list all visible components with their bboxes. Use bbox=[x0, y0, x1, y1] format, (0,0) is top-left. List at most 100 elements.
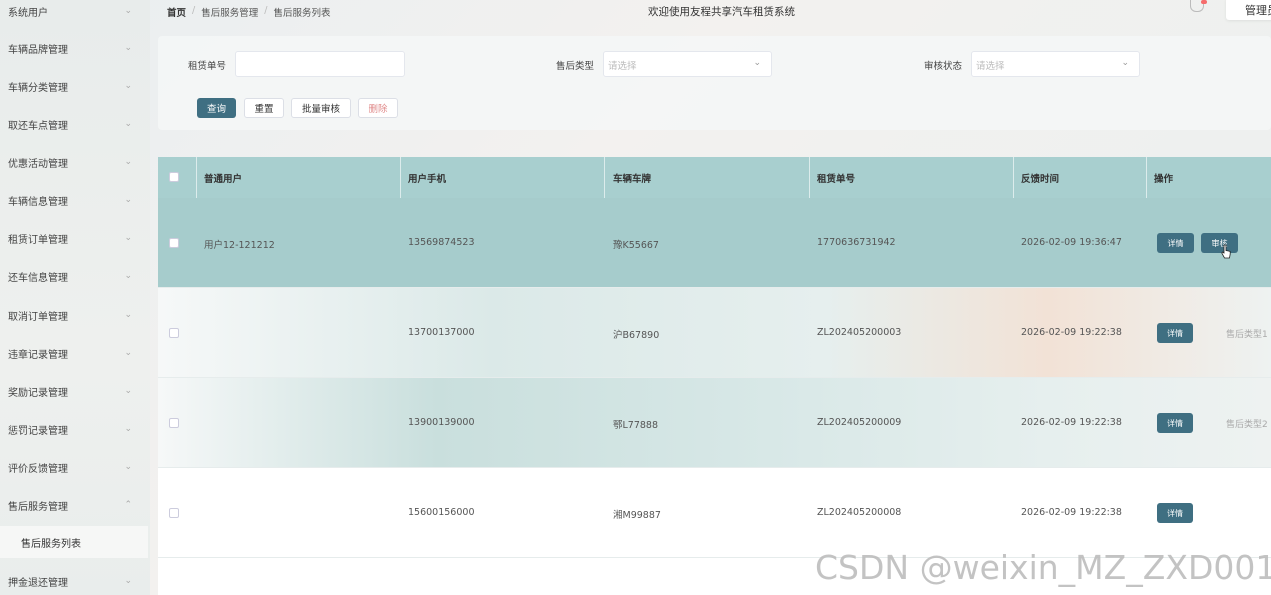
row-checkbox[interactable] bbox=[169, 238, 179, 248]
sidebar-item-violations[interactable]: 违章记录管理 ⌄ bbox=[0, 338, 150, 368]
cell-order: 1770636731942 bbox=[817, 237, 896, 248]
cell-order: ZL202405200003 bbox=[817, 327, 902, 338]
sidebar-item-penalties[interactable]: 惩罚记录管理 ⌄ bbox=[0, 414, 150, 444]
cell-phone: 13569874523 bbox=[408, 237, 475, 248]
sidebar-item-category[interactable]: 车辆分类管理 ⌄ bbox=[0, 71, 150, 101]
column-header-phone[interactable]: 用户手机 bbox=[408, 171, 446, 185]
breadcrumb-home[interactable]: 首页 bbox=[167, 5, 186, 19]
sidebar-item-after-sales[interactable]: 售后服务管理 ⌃ bbox=[0, 490, 150, 520]
column-divider bbox=[1013, 157, 1014, 198]
cell-time: 2026-02-09 19:22:38 bbox=[1021, 327, 1122, 338]
chevron-down-icon: ⌄ bbox=[124, 576, 132, 586]
column-divider bbox=[196, 157, 197, 198]
review-button[interactable]: 审核 bbox=[1201, 233, 1238, 253]
order-number-input[interactable] bbox=[235, 51, 405, 77]
column-header-actions: 操作 bbox=[1154, 174, 1174, 185]
column-divider bbox=[1146, 157, 1147, 198]
breadcrumb-module[interactable]: 售后服务管理 bbox=[201, 5, 258, 19]
column-header-plate[interactable]: 车辆车牌 bbox=[613, 171, 651, 185]
delete-button[interactable]: 删除 bbox=[358, 98, 398, 118]
sidebar-item-system-users[interactable]: 系统用户 ⌄ bbox=[0, 0, 150, 26]
select-all-checkbox[interactable] bbox=[169, 172, 179, 182]
detail-button[interactable]: 详情 bbox=[1157, 323, 1193, 343]
row-checkbox[interactable] bbox=[169, 328, 179, 338]
cell-time: 2026-02-09 19:36:47 bbox=[1021, 237, 1122, 248]
chevron-down-icon: ⌄ bbox=[124, 6, 132, 16]
breadcrumb-separator: / bbox=[192, 5, 196, 16]
chevron-down-icon: ⌄ bbox=[124, 119, 132, 129]
mouse-cursor-icon bbox=[1221, 244, 1231, 259]
column-header-time[interactable]: 反馈时间 bbox=[1021, 171, 1059, 185]
chevron-up-icon: ⌃ bbox=[124, 500, 132, 510]
review-status-label: 审核状态 bbox=[924, 61, 963, 72]
cell-user: 用户12-121212 bbox=[204, 240, 275, 251]
batch-review-button[interactable]: 批量审核 bbox=[291, 98, 351, 118]
table-header: 普通用户 用户手机 车辆车牌 租赁单号 反馈时间 操作 bbox=[158, 157, 1271, 198]
cell-time: 2026-02-09 19:22:38 bbox=[1021, 507, 1122, 518]
column-divider bbox=[809, 157, 810, 198]
cell-plate: 豫K55667 bbox=[613, 240, 659, 251]
cell-plate: 沪B67890 bbox=[613, 330, 660, 341]
table-row[interactable]: 13700137000 沪B67890 ZL202405200003 2026-… bbox=[158, 288, 1271, 378]
sidebar-item-feedback[interactable]: 评价反馈管理 ⌄ bbox=[0, 452, 150, 482]
column-header-user[interactable]: 普通用户 bbox=[204, 171, 242, 185]
after-sales-type-select[interactable]: 请选择 ⌄ bbox=[603, 51, 772, 77]
chevron-down-icon: ⌄ bbox=[124, 195, 132, 205]
sidebar-item-rewards[interactable]: 奖励记录管理 ⌄ bbox=[0, 376, 150, 406]
cell-order: ZL202405200008 bbox=[817, 507, 902, 518]
chevron-down-icon: ⌄ bbox=[124, 424, 132, 434]
reset-button[interactable]: 重置 bbox=[244, 98, 284, 118]
breadcrumb-separator: / bbox=[264, 5, 268, 16]
column-divider bbox=[604, 157, 605, 198]
table-row[interactable]: 用户12-121212 13569874523 豫K55667 17706367… bbox=[158, 198, 1271, 288]
chevron-down-icon: ⌄ bbox=[124, 462, 132, 472]
detail-button[interactable]: 详情 bbox=[1157, 233, 1194, 253]
notification-dot bbox=[1201, 0, 1207, 4]
sidebar-item-vehicles[interactable]: 车辆信息管理 ⌄ bbox=[0, 185, 150, 215]
sidebar-item-brand[interactable]: 车辆品牌管理 ⌄ bbox=[0, 33, 150, 63]
sidebar: 系统用户 ⌄ 车辆品牌管理 ⌄ 车辆分类管理 ⌄ 取还车点管理 ⌄ 优惠活动管理 ⌄ 车辆… bbox=[0, 0, 150, 595]
after-sales-type-text: 售后类型2 bbox=[1226, 420, 1268, 430]
chevron-down-icon: ⌄ bbox=[124, 386, 132, 396]
cell-order: ZL202405200009 bbox=[817, 417, 902, 428]
detail-button[interactable]: 详情 bbox=[1157, 413, 1193, 433]
cell-plate: 湘M99887 bbox=[613, 510, 661, 521]
sidebar-item-returns[interactable]: 还车信息管理 ⌄ bbox=[0, 261, 150, 291]
after-sales-type-placeholder: 请选择 bbox=[608, 61, 637, 72]
search-panel: 租赁单号 售后类型 请选择 ⌄ 审核状态 请选择 ⌄ 查询 重置 批量审核 删除 bbox=[158, 36, 1271, 130]
table-row[interactable]: 15600156000 湘M99887 ZL202405200008 2026-… bbox=[158, 468, 1271, 558]
chevron-down-icon: ⌄ bbox=[124, 43, 132, 53]
query-button[interactable]: 查询 bbox=[197, 98, 236, 118]
cell-phone: 13900139000 bbox=[408, 417, 475, 428]
row-checkbox[interactable] bbox=[169, 418, 179, 428]
table-row[interactable]: 13900139000 鄂L77888 ZL202405200009 2026-… bbox=[158, 378, 1271, 468]
chevron-down-icon: ⌄ bbox=[124, 81, 132, 91]
after-sales-type-label: 售后类型 bbox=[556, 61, 595, 72]
chevron-down-icon: ⌄ bbox=[124, 157, 132, 167]
sidebar-item-deposit-refund[interactable]: 押金退还管理 ⌄ bbox=[0, 566, 150, 595]
chevron-down-icon: ⌄ bbox=[124, 310, 132, 320]
after-sales-type-text: 售后类型1 bbox=[1226, 330, 1268, 340]
after-sales-table: 普通用户 用户手机 车辆车牌 租赁单号 反馈时间 操作 用户12-121212 … bbox=[158, 157, 1271, 595]
cell-plate: 鄂L77888 bbox=[613, 420, 659, 431]
detail-button[interactable]: 详情 bbox=[1157, 503, 1193, 523]
watermark: CSDN @weixin_MZ_ZXD001 bbox=[815, 548, 1271, 587]
sidebar-item-pickup-points[interactable]: 取还车点管理 ⌄ bbox=[0, 109, 150, 139]
chevron-down-icon: ⌄ bbox=[753, 58, 761, 68]
review-status-select[interactable]: 请选择 ⌄ bbox=[971, 51, 1140, 77]
sidebar-item-rental-orders[interactable]: 租赁订单管理 ⌄ bbox=[0, 223, 150, 253]
breadcrumb-current: 售后服务列表 bbox=[273, 8, 331, 19]
chevron-down-icon: ⌄ bbox=[124, 271, 132, 281]
admin-menu-button[interactable]: 管理员 bbox=[1226, 0, 1271, 20]
sidebar-item-promotions[interactable]: 优惠活动管理 ⌄ bbox=[0, 147, 150, 177]
chevron-down-icon: ⌄ bbox=[1121, 58, 1129, 68]
cell-time: 2026-02-09 19:22:38 bbox=[1021, 417, 1122, 428]
breadcrumb: 首页 / 售后服务管理 / 售后服务列表 bbox=[167, 5, 330, 19]
column-header-order[interactable]: 租赁单号 bbox=[817, 171, 855, 185]
row-checkbox[interactable] bbox=[169, 508, 179, 518]
welcome-title: 欢迎使用友程共享汽车租赁系统 bbox=[648, 6, 795, 18]
sidebar-item-cancellations[interactable]: 取消订单管理 ⌄ bbox=[0, 300, 150, 330]
review-status-placeholder: 请选择 bbox=[976, 61, 1005, 72]
chevron-down-icon: ⌄ bbox=[124, 348, 132, 358]
sidebar-subitem-after-sales-list[interactable]: 售后服务列表 bbox=[0, 526, 148, 558]
